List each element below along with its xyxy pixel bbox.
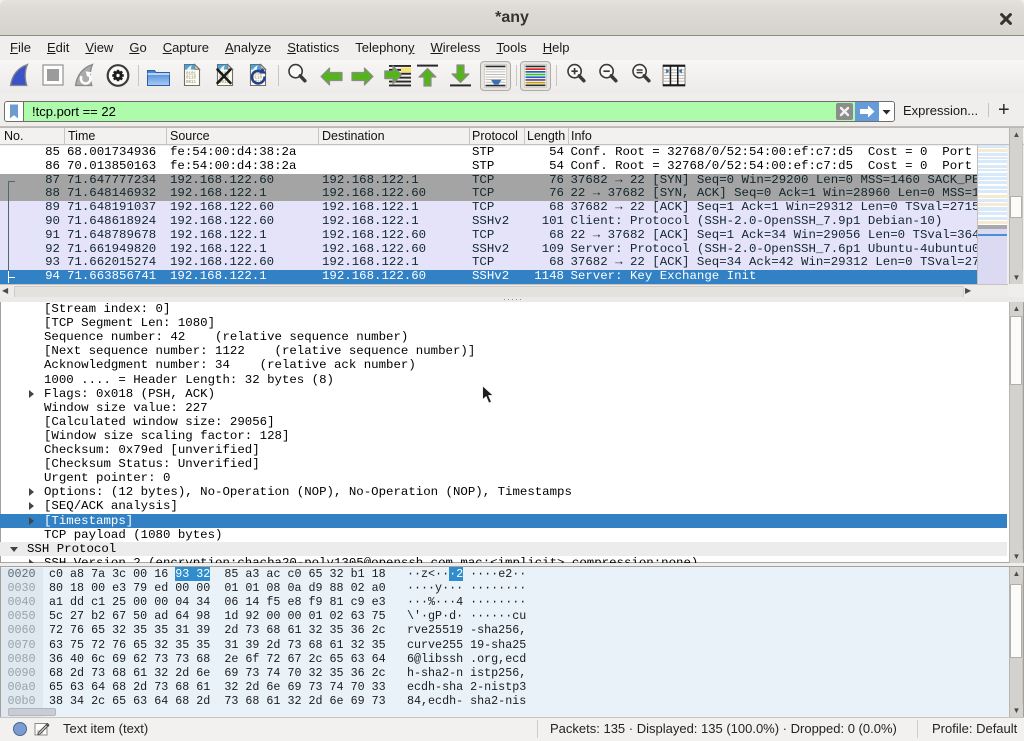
svg-text:0011: 0011 [186,81,197,85]
